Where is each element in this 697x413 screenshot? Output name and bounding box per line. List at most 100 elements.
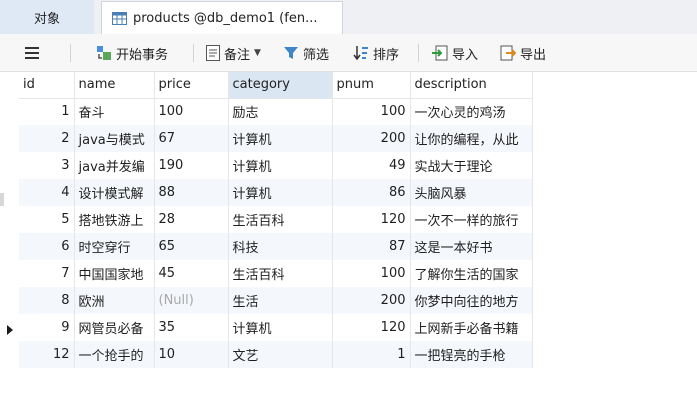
cell-category[interactable]: 计算机 <box>228 179 333 206</box>
cell-price[interactable]: 100 <box>154 98 229 125</box>
cell-name[interactable]: 网管员必备 <box>74 314 155 341</box>
cell-pnum[interactable]: 100 <box>332 98 411 125</box>
column-header-price[interactable]: price <box>154 72 229 99</box>
cell-description[interactable]: 一次不一样的旅行 <box>410 206 533 233</box>
cell-id[interactable]: 3 <box>19 152 75 179</box>
table-icon <box>112 11 127 25</box>
cell-id[interactable]: 7 <box>19 260 75 287</box>
cell-pnum[interactable]: 200 <box>332 125 411 152</box>
cell-price[interactable]: 190 <box>154 152 229 179</box>
cell-description[interactable]: 让你的编程，从此 <box>410 125 533 152</box>
cell-name[interactable]: 搭地铁游上 <box>74 206 155 233</box>
cell-category[interactable]: 生活百科 <box>228 206 333 233</box>
table-row[interactable]: 2 java与模式 67 计算机 200 让你的编程，从此 <box>19 125 533 152</box>
cell-price[interactable]: 88 <box>154 179 229 206</box>
tab-objects[interactable]: 对象 <box>0 0 94 34</box>
memo-button[interactable]: 备注 ▼ <box>206 34 261 72</box>
cell-name[interactable]: 欧洲 <box>74 287 155 314</box>
sort-icon <box>353 45 369 61</box>
cell-category[interactable]: 计算机 <box>228 152 333 179</box>
cell-id[interactable]: 12 <box>19 341 75 368</box>
cell-description[interactable]: 头脑风暴 <box>410 179 533 206</box>
cell-category[interactable]: 科技 <box>228 233 333 260</box>
toolbar: 开始事务 备注 ▼ 筛选 排序 导入 导出 <box>0 34 697 72</box>
import-icon <box>432 45 448 61</box>
table-row[interactable]: 1 奋斗 100 励志 100 一次心灵的鸡汤 <box>19 98 533 125</box>
cell-category[interactable]: 文艺 <box>228 341 333 368</box>
toolbar-separator <box>70 44 71 62</box>
table-row[interactable]: 5 搭地铁游上 28 生活百科 120 一次不一样的旅行 <box>19 206 533 233</box>
cell-name[interactable]: 设计模式解 <box>74 179 155 206</box>
cell-name[interactable]: 中国国家地 <box>74 260 155 287</box>
splitter-handle[interactable] <box>0 193 4 206</box>
cell-category[interactable]: 生活百科 <box>228 260 333 287</box>
cell-pnum[interactable]: 86 <box>332 179 411 206</box>
current-row-pointer-icon <box>7 325 13 335</box>
sort-label: 排序 <box>373 47 400 63</box>
cell-id[interactable]: 8 <box>19 287 75 314</box>
cell-id[interactable]: 5 <box>19 206 75 233</box>
export-button[interactable]: 导出 <box>500 34 546 72</box>
cell-pnum[interactable]: 1 <box>332 341 411 368</box>
cell-description[interactable]: 一次心灵的鸡汤 <box>410 98 533 125</box>
cell-pnum[interactable]: 49 <box>332 152 411 179</box>
cell-description[interactable]: 实战大于理论 <box>410 152 533 179</box>
cell-price-null[interactable]: (Null) <box>154 287 229 314</box>
cell-price[interactable]: 10 <box>154 341 229 368</box>
cell-price[interactable]: 67 <box>154 125 229 152</box>
cell-description[interactable]: 一把锃亮的手枪 <box>410 341 533 368</box>
cell-name[interactable]: java与模式 <box>74 125 155 152</box>
filter-button[interactable]: 筛选 <box>283 34 329 72</box>
column-header-description[interactable]: description <box>410 72 533 99</box>
memo-icon <box>206 45 220 61</box>
cell-category[interactable]: 生活 <box>228 287 333 314</box>
cell-id[interactable]: 4 <box>19 179 75 206</box>
menu-button[interactable] <box>25 34 39 72</box>
column-header-name[interactable]: name <box>74 72 155 99</box>
sort-button[interactable]: 排序 <box>353 34 399 72</box>
cell-pnum[interactable]: 200 <box>332 287 411 314</box>
column-header-category[interactable]: category <box>228 72 333 99</box>
memo-label: 备注 <box>224 47 251 63</box>
cell-id[interactable]: 6 <box>19 233 75 260</box>
cell-price[interactable]: 35 <box>154 314 229 341</box>
export-label: 导出 <box>520 47 547 63</box>
cell-description[interactable]: 上网新手必备书籍 <box>410 314 533 341</box>
cell-price[interactable]: 65 <box>154 233 229 260</box>
cell-id[interactable]: 2 <box>19 125 75 152</box>
cell-price[interactable]: 45 <box>154 260 229 287</box>
tab-objects-label: 对象 <box>33 11 60 27</box>
cell-name[interactable]: 一个抢手的 <box>74 341 155 368</box>
begin-transaction-button[interactable]: 开始事务 <box>96 34 168 72</box>
table-row[interactable]: 4 设计模式解 88 计算机 86 头脑风暴 <box>19 179 533 206</box>
cell-description[interactable]: 了解你生活的国家 <box>410 260 533 287</box>
cell-name[interactable]: java并发编 <box>74 152 155 179</box>
import-button[interactable]: 导入 <box>432 34 478 72</box>
column-header-id[interactable]: id <box>19 72 75 99</box>
table-row[interactable]: 6 时空穿行 65 科技 87 这是一本好书 <box>19 233 533 260</box>
cell-category[interactable]: 计算机 <box>228 125 333 152</box>
table-row[interactable]: 3 java并发编 190 计算机 49 实战大于理论 <box>19 152 533 179</box>
cell-category[interactable]: 计算机 <box>228 314 333 341</box>
cell-category[interactable]: 励志 <box>228 98 333 125</box>
cell-pnum[interactable]: 120 <box>332 314 411 341</box>
header-row: id name price category pnum description <box>19 72 533 99</box>
table-row[interactable]: 9 网管员必备 35 计算机 120 上网新手必备书籍 <box>19 314 533 341</box>
tab-products-table[interactable]: products @db_demo1 (fen... <box>101 1 343 34</box>
cell-pnum[interactable]: 87 <box>332 233 411 260</box>
table-row[interactable]: 8 欧洲 (Null) 生活 200 你梦中向往的地方 <box>19 287 533 314</box>
cell-id[interactable]: 9 <box>19 314 75 341</box>
column-header-pnum[interactable]: pnum <box>332 72 411 99</box>
cell-pnum[interactable]: 120 <box>332 206 411 233</box>
cell-description[interactable]: 你梦中向往的地方 <box>410 287 533 314</box>
cell-description[interactable]: 这是一本好书 <box>410 233 533 260</box>
cell-price[interactable]: 28 <box>154 206 229 233</box>
cell-name[interactable]: 时空穿行 <box>74 233 155 260</box>
cell-id[interactable]: 1 <box>19 98 75 125</box>
cell-name[interactable]: 奋斗 <box>74 98 155 125</box>
table-row[interactable]: 7 中国国家地 45 生活百科 100 了解你生活的国家 <box>19 260 533 287</box>
import-label: 导入 <box>452 47 479 63</box>
cell-pnum[interactable]: 100 <box>332 260 411 287</box>
table-row[interactable]: 12 一个抢手的 10 文艺 1 一把锃亮的手枪 <box>19 341 533 368</box>
tab-bar: 对象 products @db_demo1 (fen... <box>0 0 697 34</box>
